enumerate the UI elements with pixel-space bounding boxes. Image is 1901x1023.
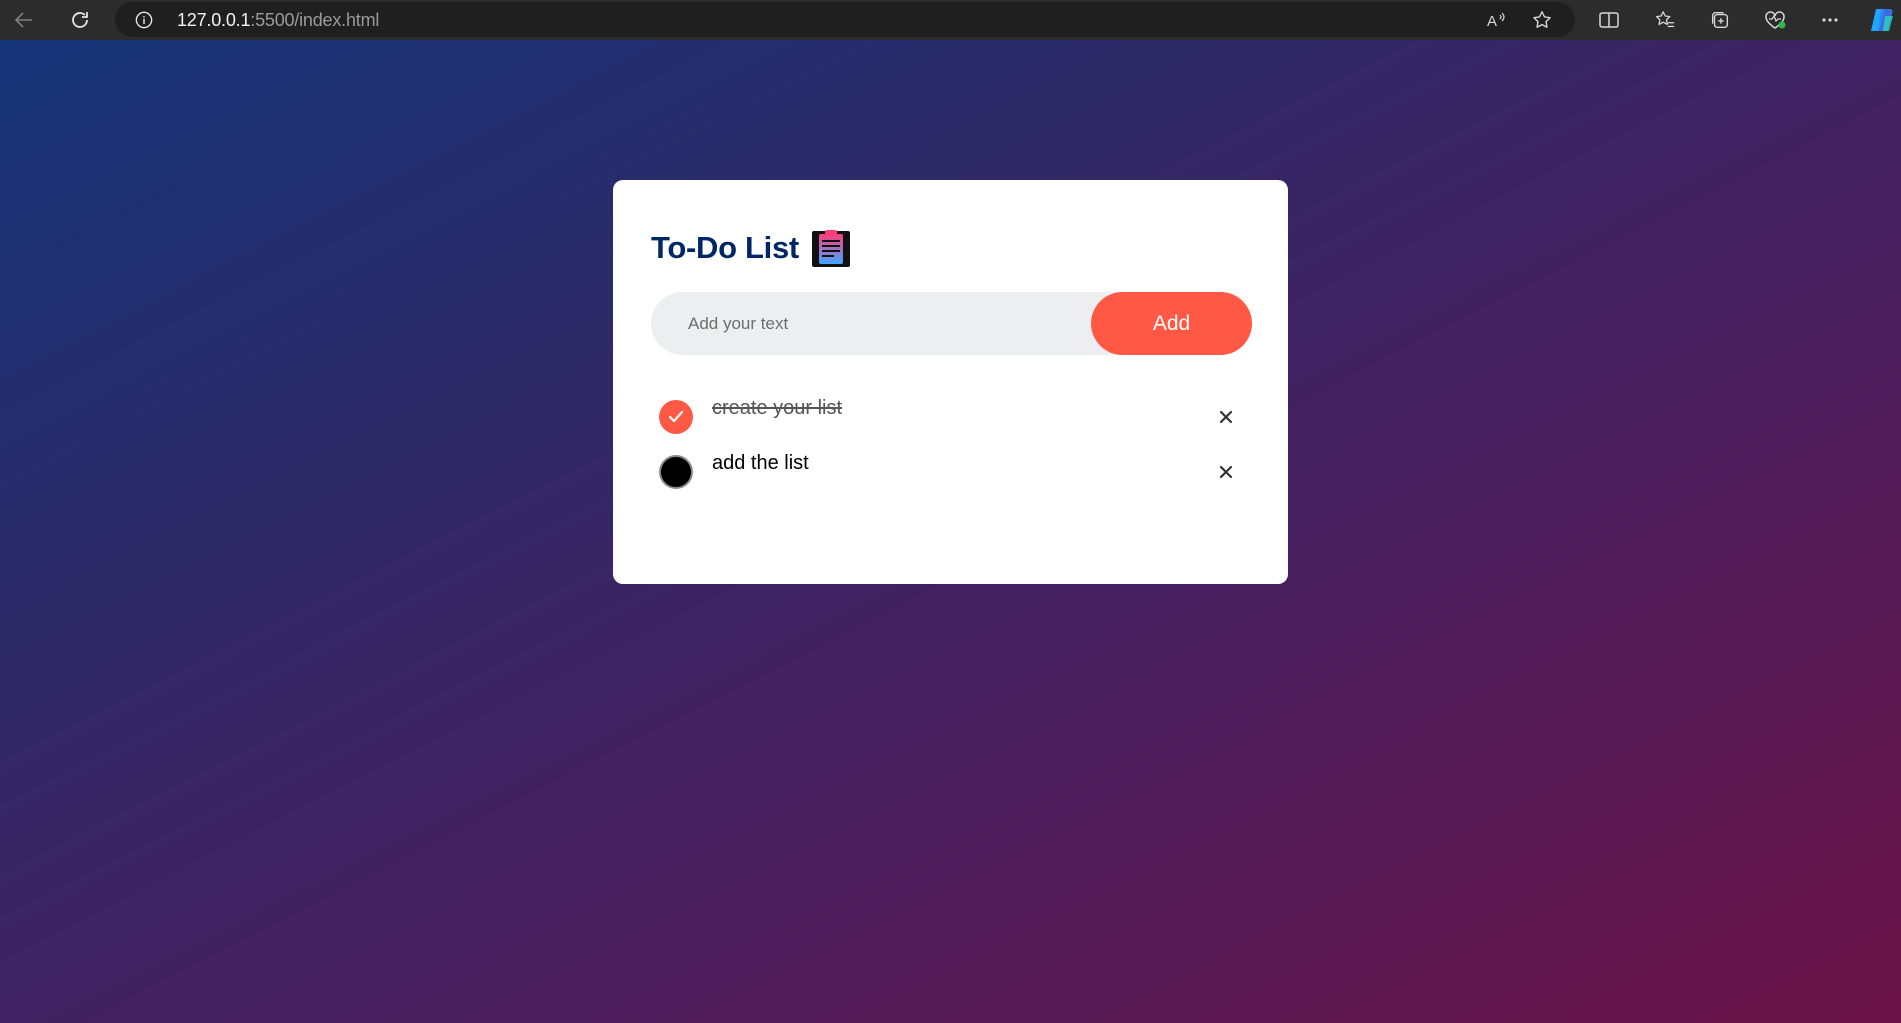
page-viewport: To-Do List Add create your list <box>0 40 1901 1023</box>
app-title: To-Do List <box>651 230 799 265</box>
todo-text: create your list <box>712 397 843 419</box>
browser-toolbar: 127.0.0.1:5500/index.html A <box>0 0 1901 40</box>
todo-item[interactable]: add the list <box>613 452 1288 505</box>
svg-text:A: A <box>1487 13 1497 30</box>
split-screen-icon[interactable] <box>1593 4 1625 36</box>
checked-checkbox[interactable] <box>659 400 693 434</box>
todo-item[interactable]: create your list <box>613 397 1288 450</box>
close-icon <box>1219 410 1233 424</box>
back-icon <box>14 12 32 28</box>
notepad-icon <box>811 230 850 267</box>
address-bar[interactable]: 127.0.0.1:5500/index.html A <box>115 2 1575 37</box>
todo-text: add the list <box>712 452 809 474</box>
browser-essentials-icon[interactable] <box>1759 4 1791 36</box>
copilot-icon[interactable] <box>1866 4 1898 36</box>
back-button[interactable] <box>6 2 42 38</box>
url-path: :5500/index.html <box>250 10 380 30</box>
read-aloud-icon[interactable]: A <box>1483 6 1511 34</box>
reload-icon <box>72 12 88 28</box>
task-input-row: Add <box>651 292 1252 355</box>
remove-button[interactable] <box>1213 404 1239 430</box>
todo-app-card: To-Do List Add create your list <box>613 180 1288 584</box>
remove-button[interactable] <box>1213 459 1239 485</box>
url-text[interactable]: 127.0.0.1:5500/index.html <box>177 10 379 31</box>
task-input[interactable] <box>651 292 1091 355</box>
unchecked-checkbox[interactable] <box>659 455 693 489</box>
reload-button[interactable] <box>62 2 98 38</box>
favorite-star-icon[interactable] <box>1528 6 1556 34</box>
title-row: To-Do List <box>651 228 851 268</box>
close-icon <box>1219 465 1233 479</box>
checkmark-icon <box>668 410 684 423</box>
add-button[interactable]: Add <box>1091 292 1252 355</box>
collections-icon[interactable] <box>1704 4 1736 36</box>
favorites-icon[interactable] <box>1649 4 1681 36</box>
url-host: 127.0.0.1 <box>177 10 251 30</box>
info-icon[interactable] <box>135 11 153 29</box>
more-icon[interactable] <box>1814 4 1846 36</box>
